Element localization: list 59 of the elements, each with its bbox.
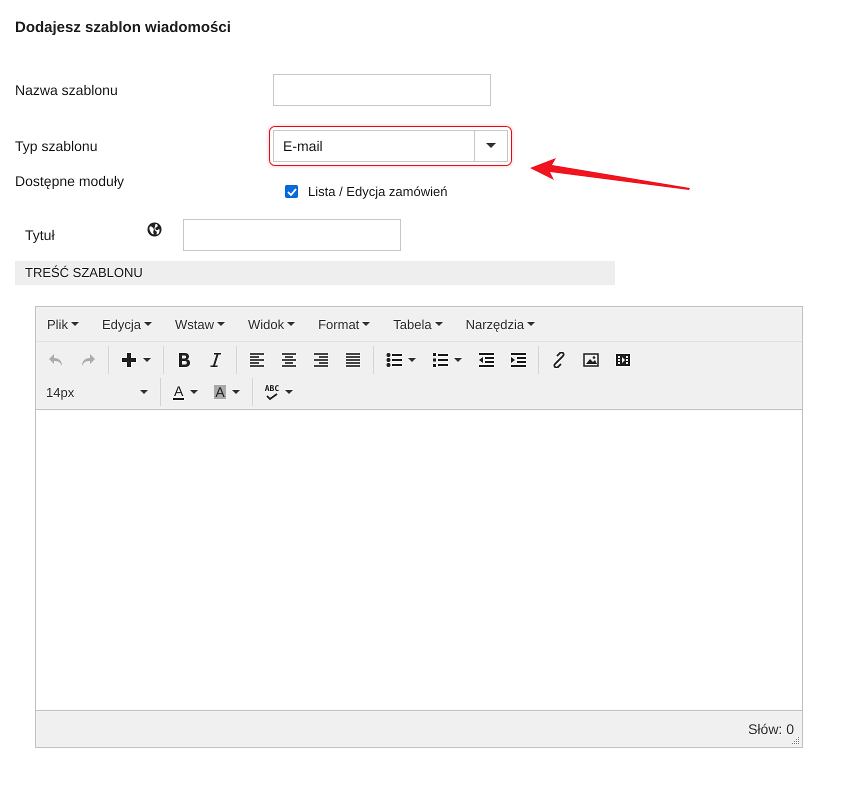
numbered-list-icon bbox=[432, 352, 448, 368]
caret-icon bbox=[486, 143, 496, 149]
input-field[interactable] bbox=[183, 219, 401, 251]
redo-icon bbox=[80, 352, 96, 368]
align-left-icon bbox=[249, 352, 265, 368]
caret-icon bbox=[190, 390, 198, 394]
check-icon bbox=[286, 188, 296, 196]
spellcheck-label: ABC bbox=[264, 384, 280, 392]
caret-icon bbox=[287, 322, 296, 326]
menu-item[interactable]: Wstaw bbox=[168, 311, 232, 337]
background-color-button[interactable]: A bbox=[206, 378, 248, 406]
caret-icon bbox=[434, 322, 443, 326]
caret-icon bbox=[362, 322, 370, 326]
caret-icon bbox=[408, 358, 416, 362]
menu-item[interactable]: Narzędzia bbox=[458, 311, 542, 337]
field-label: Nazwa szablonu bbox=[15, 82, 119, 98]
link-icon bbox=[551, 352, 567, 368]
image-icon bbox=[583, 352, 599, 368]
menu-item[interactable]: Tabela bbox=[386, 311, 450, 337]
field-label: Dostępne moduły bbox=[15, 173, 125, 189]
background-color-icon: A bbox=[214, 385, 226, 399]
bullet-list-icon bbox=[386, 352, 402, 368]
text-color-button[interactable]: A bbox=[165, 378, 206, 406]
caret-icon bbox=[527, 322, 536, 326]
caret-icon bbox=[70, 322, 79, 326]
insert-icon bbox=[121, 352, 137, 368]
caret-icon bbox=[143, 358, 151, 362]
field-label: Tytuł bbox=[25, 227, 56, 243]
align-right-icon bbox=[313, 352, 329, 368]
caret-icon bbox=[285, 390, 294, 394]
italic-icon bbox=[208, 352, 224, 368]
menu-item[interactable]: Widok bbox=[240, 311, 302, 337]
bold-icon bbox=[176, 352, 192, 368]
menu-item[interactable]: Edycja bbox=[94, 311, 159, 337]
section-header: TREŚĆ SZABLONU bbox=[15, 261, 615, 285]
caret-icon bbox=[216, 322, 225, 326]
caret-icon bbox=[144, 322, 152, 326]
justify-icon bbox=[345, 352, 361, 368]
input-field[interactable] bbox=[273, 74, 491, 106]
spellcheck-button[interactable]: ABC bbox=[256, 378, 302, 406]
select-field[interactable]: E-mail bbox=[273, 130, 508, 162]
media-icon bbox=[615, 352, 631, 368]
undo-icon bbox=[48, 352, 64, 368]
checkbox-label: Lista / Edycja zamówień bbox=[308, 184, 448, 199]
caret-icon bbox=[140, 390, 148, 394]
field-label: Typ szablonu bbox=[15, 138, 98, 154]
word-count: Słów: 0 bbox=[748, 721, 794, 737]
indent-icon bbox=[510, 352, 526, 368]
page-title: Dodajesz szablon wiadomości bbox=[15, 18, 232, 38]
outdent-icon bbox=[478, 352, 494, 368]
align-center-icon bbox=[281, 352, 297, 368]
check-icon bbox=[266, 392, 278, 400]
caret-icon bbox=[232, 390, 240, 394]
font-size-select[interactable]: 14px bbox=[40, 378, 156, 406]
menu-item[interactable]: Format bbox=[311, 311, 378, 337]
checkbox[interactable] bbox=[285, 185, 298, 198]
caret-icon bbox=[454, 358, 462, 362]
globe-icon bbox=[147, 222, 162, 236]
menu-item[interactable]: Plik bbox=[40, 311, 86, 337]
